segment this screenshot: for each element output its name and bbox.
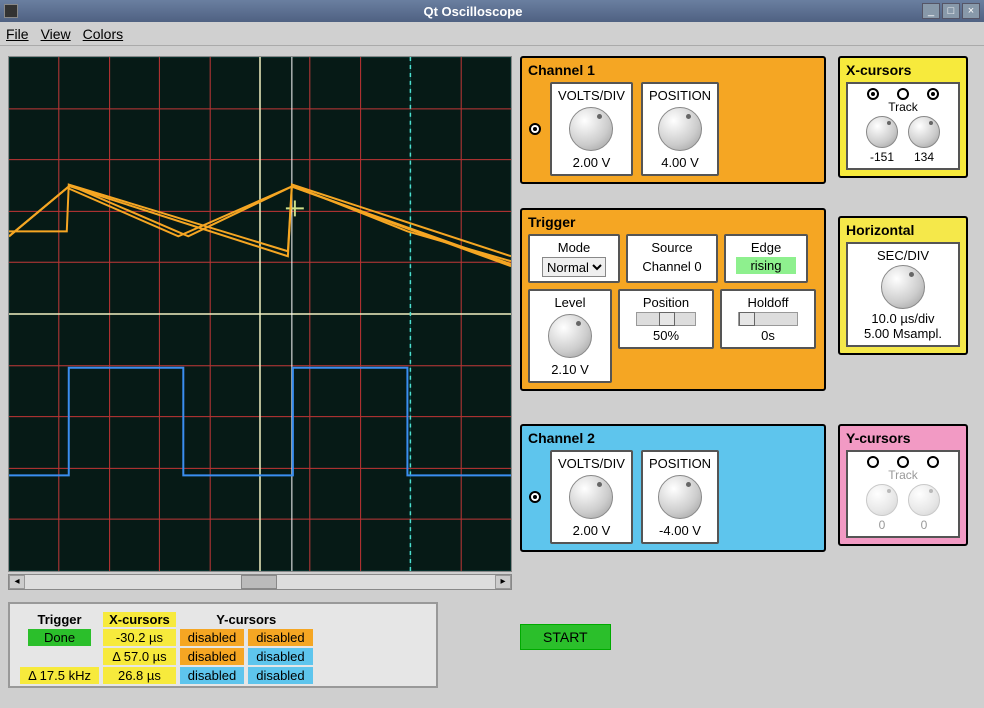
trigger-holdoff-slider[interactable] [738, 312, 798, 326]
scroll-left-button[interactable]: ◂ [9, 575, 25, 589]
channel-2-enable-radio[interactable] [529, 491, 541, 503]
oscilloscope-display[interactable] [8, 56, 512, 572]
trigger-panel: Trigger Mode Normal Source Channel 0 Edg… [520, 208, 826, 391]
status-x1: -30.2 µs [103, 629, 176, 646]
scroll-thumb[interactable] [241, 575, 277, 589]
status-y2a: disabled [180, 648, 244, 665]
horizontal-title: Horizontal [846, 222, 960, 238]
status-y3a: disabled [180, 667, 244, 684]
trigger-level-box: Level 2.10 V [528, 289, 612, 383]
scroll-right-button[interactable]: ▸ [495, 575, 511, 589]
status-y2b: disabled [248, 648, 312, 665]
status-panel: Trigger X-cursors Y-cursors Done -30.2 µ… [8, 602, 438, 688]
ycursor-knob-2[interactable] [908, 484, 940, 516]
ch2-position-knob[interactable] [658, 475, 702, 519]
window-titlebar: Qt Oscilloscope _ □ × [0, 0, 984, 22]
ch1-volts-knob[interactable] [569, 107, 613, 151]
menu-bar: File View Colors [0, 22, 984, 46]
status-y3b: disabled [248, 667, 312, 684]
close-button[interactable]: × [962, 3, 980, 19]
trigger-source-box: Source Channel 0 [626, 234, 718, 283]
ycursor-radio-track[interactable] [897, 456, 909, 468]
menu-colors[interactable]: Colors [83, 26, 123, 42]
ch2-volts-knob[interactable] [569, 475, 613, 519]
menu-file[interactable]: File [6, 26, 29, 42]
status-trigger-delta: Δ 17.5 kHz [20, 667, 99, 684]
x-cursors-title: X-cursors [846, 62, 960, 78]
horizontal-panel: Horizontal SEC/DIV 10.0 µs/div 5.00 Msam… [838, 216, 968, 355]
trigger-holdoff-box: Holdoff 0s [720, 289, 816, 349]
trigger-mode-box: Mode Normal [528, 234, 620, 283]
minimize-button[interactable]: _ [922, 3, 940, 19]
status-xcursors-header: X-cursors [103, 612, 176, 627]
status-y1b: disabled [248, 629, 312, 646]
maximize-button[interactable]: □ [942, 3, 960, 19]
y-cursors-panel: Y-cursors Track 0 0 [838, 424, 968, 546]
channel-1-panel: Channel 1 VOLTS/DIV 2.00 V POSITION 4.00… [520, 56, 826, 184]
horizontal-secdiv-knob[interactable] [881, 265, 925, 309]
xcursor-radio-2[interactable] [927, 88, 939, 100]
xcursor-radio-1[interactable] [867, 88, 879, 100]
channel-2-panel: Channel 2 VOLTS/DIV 2.00 V POSITION -4.0… [520, 424, 826, 552]
trigger-position-slider[interactable] [636, 312, 696, 326]
xcursor-knob-1[interactable] [866, 116, 898, 148]
status-trigger-state: Done [28, 629, 91, 646]
status-x2: Δ 57.0 µs [103, 648, 176, 665]
channel-1-enable-radio[interactable] [529, 123, 541, 135]
xcursor-track-label: Track [888, 100, 918, 114]
x-cursors-panel: X-cursors Track -151 134 [838, 56, 968, 178]
status-ycursors-header: Y-cursors [180, 612, 313, 627]
status-trigger-header: Trigger [20, 612, 99, 627]
xcursor-radio-track[interactable] [897, 88, 909, 100]
window-title: Qt Oscilloscope [24, 4, 922, 19]
channel-2-title: Channel 2 [528, 430, 818, 446]
trigger-level-knob[interactable] [548, 314, 592, 358]
menu-view[interactable]: View [41, 26, 71, 42]
status-x3: 26.8 µs [103, 667, 176, 684]
trigger-edge-value[interactable]: rising [736, 257, 795, 274]
channel-1-title: Channel 1 [528, 62, 818, 78]
scope-scrollbar[interactable]: ◂ ▸ [8, 574, 512, 590]
ycursor-radio-1[interactable] [867, 456, 879, 468]
trigger-mode-select[interactable]: Normal [542, 257, 606, 277]
ch1-volts-box: VOLTS/DIV 2.00 V [550, 82, 633, 176]
ch1-position-knob[interactable] [658, 107, 702, 151]
ycursor-track-label: Track [888, 468, 918, 482]
ch2-position-box: POSITION -4.00 V [641, 450, 719, 544]
app-icon [4, 4, 18, 18]
ch1-position-box: POSITION 4.00 V [641, 82, 719, 176]
ycursor-knob-1[interactable] [866, 484, 898, 516]
trigger-edge-box: Edge rising [724, 234, 808, 283]
status-y1a: disabled [180, 629, 244, 646]
start-button[interactable]: START [520, 624, 611, 650]
ch2-volts-box: VOLTS/DIV 2.00 V [550, 450, 633, 544]
ycursor-radio-2[interactable] [927, 456, 939, 468]
trigger-position-box: Position 50% [618, 289, 714, 349]
trigger-title: Trigger [528, 214, 818, 230]
xcursor-knob-2[interactable] [908, 116, 940, 148]
y-cursors-title: Y-cursors [846, 430, 960, 446]
